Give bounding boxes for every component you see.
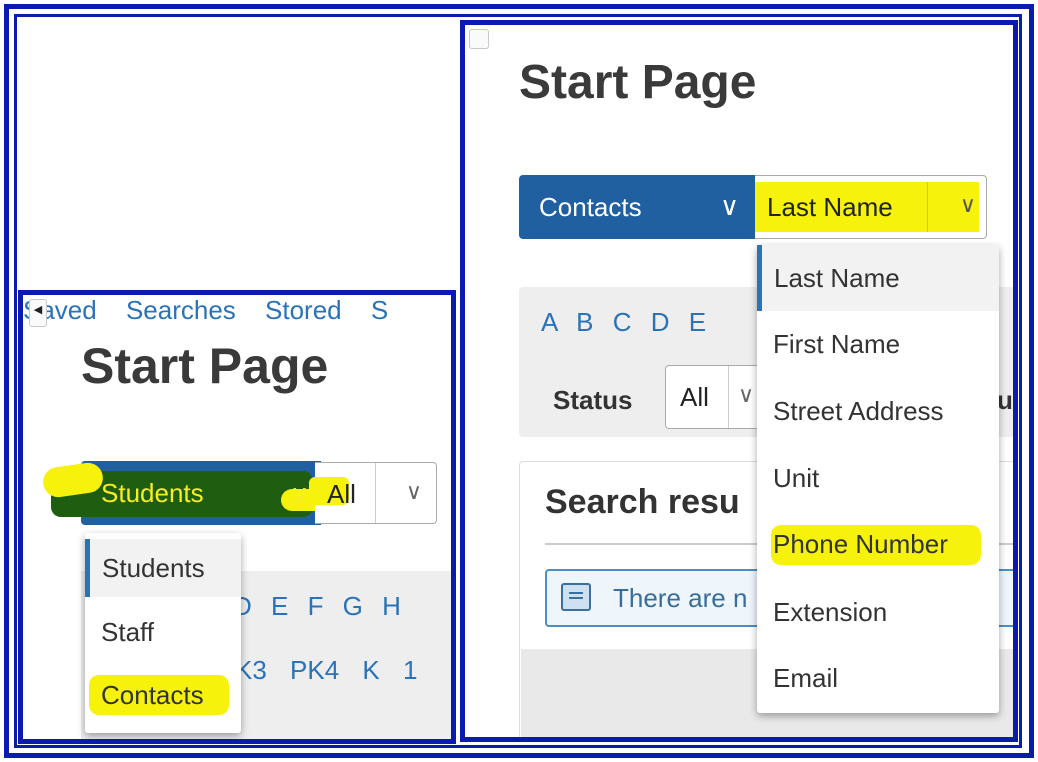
- search-type-label: Contacts: [539, 191, 642, 222]
- dropdown-item-contacts[interactable]: Contacts: [85, 665, 241, 725]
- dropdown-item-label: Staff: [101, 617, 155, 647]
- search-results-title: Search resu: [545, 483, 740, 521]
- collapse-corner-icon[interactable]: [469, 29, 489, 49]
- grade-filter[interactable]: K3 PK4 K 1: [235, 655, 417, 686]
- message-icon: [561, 583, 591, 611]
- search-type-label: Students: [101, 477, 204, 508]
- dropdown-item-students[interactable]: Students: [85, 539, 241, 597]
- page-title: Start Page: [81, 338, 329, 394]
- filter-select[interactable]: All ∨: [309, 462, 437, 524]
- chevron-down-icon: ∨: [719, 191, 739, 221]
- chevron-down-icon: ∨: [289, 479, 309, 509]
- dropdown-item-label: Last Name: [774, 263, 900, 293]
- alphabet-filter[interactable]: A B C D E: [541, 307, 706, 338]
- dropdown-item-email[interactable]: Email: [757, 645, 999, 711]
- search-field-select[interactable]: Last Name ∨: [755, 175, 987, 239]
- search-type-dropdown: Students Staff Contacts: [85, 533, 241, 733]
- dropdown-item-label: Unit: [773, 463, 820, 493]
- info-message-text: There are n: [613, 583, 748, 613]
- dropdown-item-label: Street Address: [773, 396, 944, 426]
- status-label: Status: [553, 385, 633, 415]
- dropdown-item-extension[interactable]: Extension: [757, 579, 999, 645]
- filter-select-value: All: [327, 479, 356, 509]
- dropdown-item-first-name[interactable]: First Name: [757, 311, 999, 377]
- search-type-button[interactable]: Contacts ∨: [519, 175, 755, 239]
- select-divider: [375, 463, 376, 523]
- cutoff-label: u: [997, 385, 1013, 415]
- dropdown-item-label: Extension: [773, 597, 888, 627]
- chevron-down-icon: ∨: [405, 479, 422, 504]
- dropdown-item-label: First Name: [773, 329, 901, 359]
- alphabet-filter[interactable]: D E F G H: [233, 591, 401, 622]
- collapse-arrow-icon[interactable]: ◀: [29, 299, 47, 327]
- chevron-down-icon: ∨: [738, 382, 755, 407]
- select-divider: [728, 366, 729, 428]
- status-select-value: All: [680, 382, 709, 412]
- page-title: Start Page: [519, 56, 757, 109]
- searches-links[interactable]: Saved Searches Stored S: [23, 295, 451, 326]
- left-start-page-panel: ◀ Start Page Students ∨ All ∨ D E F G H …: [18, 290, 456, 744]
- dropdown-item-last-name[interactable]: Last Name: [757, 245, 999, 311]
- search-field-value: Last Name: [767, 192, 893, 222]
- select-divider: [927, 182, 928, 232]
- right-start-page-panel: Start Page Contacts ∨ Last Name ∨ A B C …: [460, 20, 1018, 742]
- dropdown-item-label: Students: [102, 553, 205, 583]
- dropdown-item-phone-number[interactable]: Phone Number: [757, 511, 999, 577]
- search-type-button[interactable]: Students ∨: [41, 460, 401, 525]
- status-select[interactable]: All ∨: [665, 365, 765, 429]
- dropdown-item-street-address[interactable]: Street Address: [757, 378, 999, 444]
- chevron-down-icon: ∨: [959, 192, 976, 217]
- dropdown-item-label: Contacts: [101, 680, 204, 710]
- dropdown-item-label: Phone Number: [773, 529, 948, 559]
- dropdown-item-label: Email: [773, 663, 839, 693]
- dropdown-item-unit[interactable]: Unit: [757, 445, 999, 511]
- search-field-dropdown: Last Name First Name Street Address Unit…: [757, 245, 999, 713]
- dropdown-item-staff[interactable]: Staff: [85, 603, 241, 661]
